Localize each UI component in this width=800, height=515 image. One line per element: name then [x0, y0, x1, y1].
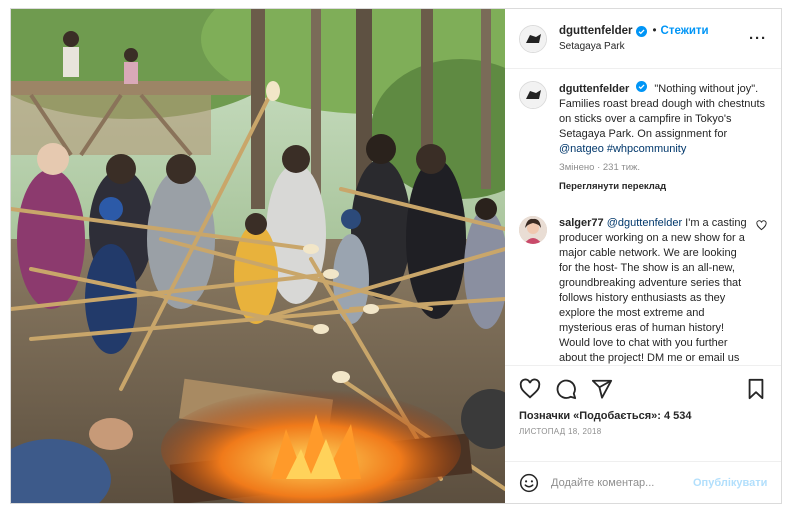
see-translation-button[interactable]: Переглянути переклад [559, 179, 767, 194]
post-dialog: dguttenfelder • Стежити Setagaya Park ··… [10, 8, 782, 504]
commenter-avatar[interactable] [519, 216, 547, 244]
comment-row: salger77 @dguttenfelder I'm a casting pr… [519, 216, 767, 365]
comment-icon[interactable] [555, 378, 577, 400]
more-options-icon[interactable]: ··· [749, 30, 767, 47]
caption-meta: Змінено · 231 тиж. [559, 162, 641, 173]
leica-logo-icon [520, 25, 546, 52]
post-date[interactable]: ЛИСТОПАД 18, 2018 [519, 427, 767, 436]
caption-row: dguttenfelder "Nothing without joy". Fam… [519, 81, 767, 194]
comment-text: I'm a casting producer working on a new … [559, 217, 747, 364]
comment-mention-link[interactable]: @dguttenfelder [607, 217, 682, 229]
caption-hashtag-link[interactable]: #whpcommunity [607, 143, 686, 155]
comment-username[interactable]: salger77 [559, 217, 604, 229]
heart-icon[interactable] [519, 378, 541, 400]
post-location[interactable]: Setagaya Park [559, 39, 709, 54]
post-actions: Позначки «Подобається»: 4 534 ЛИСТОПАД 1… [505, 365, 781, 461]
author-avatar[interactable] [519, 24, 547, 53]
caption-mention-link[interactable]: @natgeo [559, 143, 604, 155]
bookmark-icon[interactable] [745, 378, 767, 400]
header-text: dguttenfelder • Стежити Setagaya Park [559, 24, 709, 54]
header-top-line: dguttenfelder • Стежити [559, 24, 709, 39]
commenter-photo [519, 216, 547, 244]
add-comment-bar: Опублікувати [505, 461, 781, 503]
caption-author-avatar[interactable] [519, 81, 547, 109]
emoji-icon[interactable] [519, 473, 539, 493]
share-icon[interactable] [591, 378, 613, 400]
verified-badge-icon [636, 81, 648, 92]
comment-input[interactable] [551, 476, 693, 489]
post-panel: dguttenfelder • Стежити Setagaya Park ··… [505, 9, 781, 503]
comments-area: dguttenfelder "Nothing without joy". Fam… [505, 69, 781, 365]
post-photo[interactable] [11, 9, 505, 503]
action-icons [519, 378, 767, 400]
likes-count[interactable]: Позначки «Подобається»: 4 534 [519, 410, 767, 422]
post-header: dguttenfelder • Стежити Setagaya Park ··… [505, 9, 781, 69]
publish-button[interactable]: Опублікувати [693, 477, 767, 489]
leica-logo-icon [520, 82, 546, 108]
author-username[interactable]: dguttenfelder [559, 24, 632, 39]
comment-body: salger77 @dguttenfelder I'm a casting pr… [559, 216, 748, 365]
separator-dot: • [652, 24, 657, 37]
verified-badge-icon [636, 25, 648, 37]
caption-body: dguttenfelder "Nothing without joy". Fam… [559, 81, 767, 194]
like-comment-heart-icon[interactable] [756, 220, 767, 231]
caption-username[interactable]: dguttenfelder [559, 83, 629, 95]
campfire-photo [11, 9, 505, 503]
follow-button[interactable]: Стежити [661, 24, 709, 39]
